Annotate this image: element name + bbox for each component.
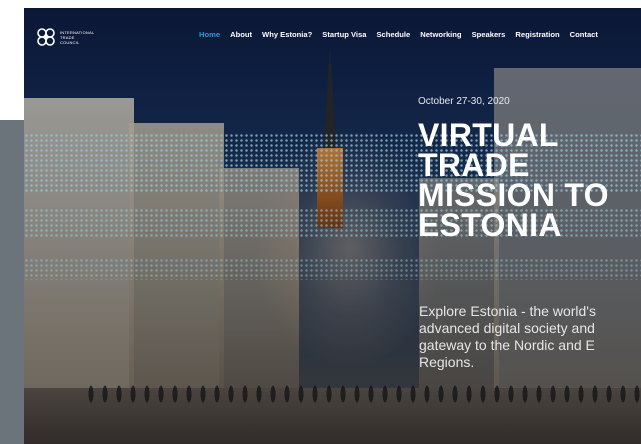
hero-description: Explore Estonia - the world's advanced d…	[419, 303, 596, 370]
hero-title: VIRTUAL TRADE MISSION TO ESTONIA	[418, 117, 641, 243]
hero-section: INTERNATIONAL TRADE COUNCIL Home About W…	[24, 8, 641, 444]
logo-line: COUNCIL	[60, 39, 80, 45]
hero-title-line: MISSION TO	[418, 177, 609, 213]
hero-title-line: VIRTUAL	[418, 117, 559, 153]
hero-title-line: TRADE	[418, 147, 530, 183]
nav-item-contact[interactable]: Contact	[565, 30, 603, 39]
nav-item-networking[interactable]: Networking	[415, 30, 466, 39]
event-date: October 27-30, 2020	[418, 96, 510, 107]
nav-item-registration[interactable]: Registration	[510, 30, 564, 39]
site-header: INTERNATIONAL TRADE COUNCIL Home About W…	[24, 8, 641, 63]
site-logo[interactable]: INTERNATIONAL TRADE COUNCIL	[36, 27, 94, 47]
main-nav: Home About Why Estonia? Startup Visa Sch…	[194, 30, 603, 39]
nav-item-about[interactable]: About	[225, 30, 257, 39]
nav-item-schedule[interactable]: Schedule	[371, 30, 415, 39]
hero-title-line: ESTONIA	[418, 207, 562, 243]
flower-knot-icon	[37, 28, 55, 46]
nav-item-home[interactable]: Home	[194, 30, 225, 39]
logo-text: INTERNATIONAL TRADE COUNCIL	[60, 30, 94, 45]
nav-item-why-estonia[interactable]: Why Estonia?	[257, 30, 317, 39]
nav-item-speakers[interactable]: Speakers	[467, 30, 511, 39]
nav-item-startup-visa[interactable]: Startup Visa	[317, 30, 371, 39]
